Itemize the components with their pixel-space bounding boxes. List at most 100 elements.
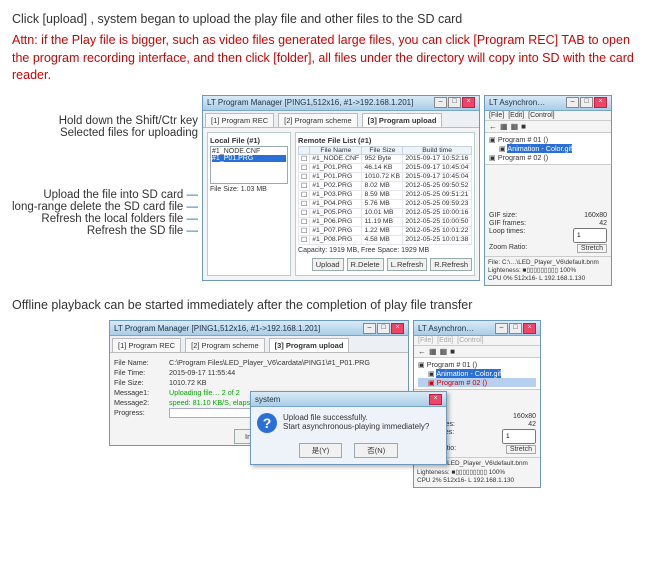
- close-icon[interactable]: ×: [594, 97, 607, 108]
- program-tree: ▣ Program # 01 () ▣ Animation - Color.gi…: [414, 358, 540, 390]
- gif-frames-label: GIF frames:: [489, 220, 526, 227]
- tabs: [1] Program REC [2] Program scheme [3] P…: [110, 336, 408, 353]
- close-icon[interactable]: ×: [391, 323, 404, 334]
- close-icon[interactable]: ×: [523, 323, 536, 334]
- tool-grid-icon[interactable]: ▦: [429, 347, 437, 356]
- file-time-value: 2015-09-17 11:55:44: [169, 368, 235, 377]
- maximize-icon[interactable]: □: [580, 97, 593, 108]
- tree-item[interactable]: ▣ Program # 02 (): [489, 153, 607, 162]
- file-size-label: File Size:: [114, 378, 169, 387]
- tree-item[interactable]: ▣ Program # 01 (): [418, 360, 536, 369]
- tool-grid2-icon[interactable]: ▦: [511, 122, 519, 131]
- tree-item[interactable]: ▣ Program # 02 (): [418, 378, 536, 387]
- col-size: File Size: [362, 146, 403, 154]
- toolbar: ← ▦ ▦ ■: [414, 346, 540, 358]
- toolbar: ← ▦ ▦ ■: [485, 121, 611, 133]
- table-row[interactable]: ☐#1_P06.PRG11.19 MB2012-05-25 10:00:50: [299, 217, 472, 226]
- no-button[interactable]: 否(N): [354, 443, 398, 458]
- tool-stop-icon[interactable]: ■: [450, 347, 455, 356]
- list-item-selected[interactable]: #1_P01.PRG: [212, 155, 286, 162]
- callout-rref: Refresh the SD file —: [12, 225, 198, 237]
- yes-button[interactable]: 是(Y): [299, 443, 343, 458]
- loop-input[interactable]: [573, 228, 607, 243]
- minimize-icon[interactable]: –: [363, 323, 376, 334]
- table-row[interactable]: ☐#1_P01.PRG1010.72 KB2015-09-17 10:45:04: [299, 172, 472, 181]
- tool-back-icon[interactable]: ←: [489, 122, 497, 131]
- cpu-status: CPU 0% 512x16- L 192.168.1.130: [488, 275, 608, 283]
- list-item[interactable]: #1_NODE.CNF: [212, 148, 286, 155]
- remote-table: File Name File Size Build time ☐#1_NODE.…: [298, 146, 472, 245]
- lightness: Lighteness: ■▯▯▯▯▯▯▯▯▯ 100%: [417, 469, 537, 477]
- tab-rec[interactable]: [1] Program REC: [205, 113, 274, 127]
- rrefresh-button[interactable]: R.Refresh: [430, 258, 472, 271]
- lightness: Lighteness: ■▯▯▯▯▯▯▯▯▯ 100%: [488, 267, 608, 275]
- program-tree: ▣ Program # 01 () ▣ Animation - Color.gi…: [485, 133, 611, 165]
- tool-grid-icon[interactable]: ▦: [500, 122, 508, 131]
- cpu-status: CPU 2% 512x16- L 192.168.1.130: [417, 477, 537, 485]
- local-title: Local File (#1): [210, 135, 288, 146]
- maximize-icon[interactable]: □: [509, 323, 522, 334]
- msg1-label: Message1:: [114, 388, 169, 397]
- callout-shift-ctr: Hold down the Shift/Ctr key: [12, 115, 198, 127]
- menu-file[interactable]: [File]: [489, 112, 504, 119]
- maximize-icon[interactable]: □: [377, 323, 390, 334]
- menu-edit[interactable]: [Edit]: [508, 112, 524, 119]
- menu-control[interactable]: [Control]: [457, 337, 483, 344]
- gif-frames-value: 42: [599, 220, 607, 227]
- col-name: File Name: [310, 146, 362, 154]
- menu-edit[interactable]: [Edit]: [437, 337, 453, 344]
- upload-button[interactable]: Upload: [312, 258, 344, 271]
- col-time: Build time: [403, 146, 472, 154]
- menu-file[interactable]: [File]: [418, 337, 433, 344]
- window-title: LT Program Manager [PING1,512x16, #1->19…: [207, 98, 413, 107]
- sub-text: Offline playback can be started immediat…: [12, 298, 638, 312]
- table-row[interactable]: ☐#1_P01.PRG46.14 KB2015-09-17 10:45:04: [299, 163, 472, 172]
- table-row[interactable]: ☐#1_P05.PRG10.01 MB2012-05-25 10:00:16: [299, 208, 472, 217]
- local-listbox[interactable]: #1_NODE.CNF #1_P01.PRG: [210, 146, 288, 184]
- window-title: LT Asynchron…: [489, 98, 545, 107]
- local-group: Local File (#1) #1_NODE.CNF #1_P01.PRG F…: [207, 132, 291, 276]
- tool-grid2-icon[interactable]: ▦: [440, 347, 448, 356]
- lrefresh-button[interactable]: L.Refresh: [387, 258, 428, 271]
- tree-item[interactable]: ▣ Program # 01 (): [489, 135, 607, 144]
- table-row[interactable]: ☐#1_NODE.CNF952 Byte2015-09-17 10:52:16: [299, 154, 472, 163]
- tab-scheme[interactable]: [2] Program scheme: [278, 113, 358, 127]
- table-row[interactable]: ☐#1_P08.PRG4.58 MB2012-05-25 10:01:38: [299, 235, 472, 244]
- loop-input[interactable]: [502, 429, 536, 444]
- titlebar: LT Program Manager [PING1,512x16, #1->19…: [203, 96, 479, 111]
- tab-scheme[interactable]: [2] Program scheme: [185, 338, 265, 352]
- menu-control[interactable]: [Control]: [528, 112, 554, 119]
- progress-label: Progress:: [114, 408, 169, 418]
- maximize-icon[interactable]: □: [448, 97, 461, 108]
- close-icon[interactable]: ×: [429, 394, 442, 405]
- tree-item[interactable]: ▣ Animation - Color.gif: [418, 369, 536, 378]
- titlebar: LT Asynchron… – □ ×: [414, 321, 540, 336]
- rdelete-button[interactable]: R.Delete: [347, 258, 384, 271]
- table-row[interactable]: ☐#1_P04.PRG5.76 MB2012-05-25 09:59:23: [299, 199, 472, 208]
- program-manager-window-2: LT Program Manager [PING1,512x16, #1->19…: [109, 320, 409, 446]
- figure-2: LT Program Manager [PING1,512x16, #1->19…: [12, 320, 638, 488]
- tree-item[interactable]: ▣ Animation - Color.gif: [489, 144, 607, 153]
- minimize-icon[interactable]: –: [434, 97, 447, 108]
- msg2-label: Message2:: [114, 398, 169, 407]
- minimize-icon[interactable]: –: [566, 97, 579, 108]
- table-row[interactable]: ☐#1_P02.PRG8.02 MB2012-05-25 09:50:52: [299, 181, 472, 190]
- dialog-line1: Upload file successfully.: [283, 413, 429, 422]
- close-icon[interactable]: ×: [462, 97, 475, 108]
- remote-title: Remote File List (#1): [298, 135, 472, 146]
- tab-rec[interactable]: [1] Program REC: [112, 338, 181, 352]
- tool-back-icon[interactable]: ←: [418, 347, 426, 356]
- status-bar: File: C:\…\LED_Player_V6\default.bnm Lig…: [485, 256, 611, 286]
- tab-upload[interactable]: [3] Program upload: [362, 113, 443, 127]
- minimize-icon[interactable]: –: [495, 323, 508, 334]
- async-window-1: LT Asynchron… – □ × [File] [Edit] [Contr…: [484, 95, 612, 287]
- figure-1: Hold down the Shift/Ctr key Selected fil…: [12, 95, 638, 287]
- table-row[interactable]: ☐#1_P07.PRG1.22 MB2012-05-25 10:01:22: [299, 226, 472, 235]
- tab-upload[interactable]: [3] Program upload: [269, 338, 350, 352]
- tool-stop-icon[interactable]: ■: [521, 122, 526, 131]
- callout-upload: Upload the file into SD card —: [12, 189, 198, 201]
- remote-group: Remote File List (#1) File Name File Siz…: [295, 132, 475, 276]
- window-title: LT Asynchron…: [418, 324, 474, 333]
- zoom-value: Stretch: [506, 445, 536, 454]
- table-row[interactable]: ☐#1_P03.PRG8.59 MB2012-05-25 09:51:21: [299, 190, 472, 199]
